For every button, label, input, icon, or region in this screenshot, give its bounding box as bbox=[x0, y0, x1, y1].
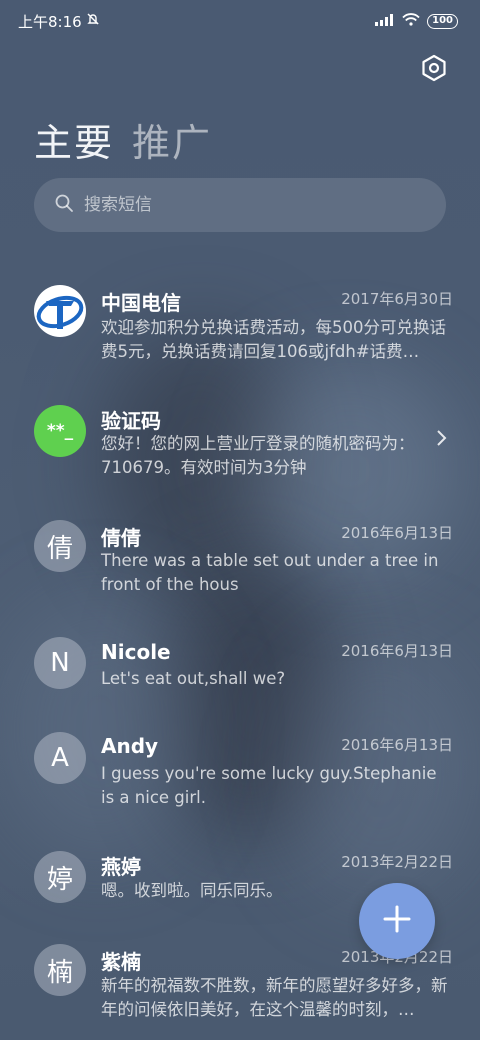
message-preview: 您好！您的网上营业厅登录的随机密码为：710679。有效时间为3分钟 bbox=[101, 434, 415, 477]
contact-name: 中国电信 bbox=[101, 291, 181, 315]
search-icon bbox=[54, 193, 74, 217]
search-input[interactable] bbox=[84, 195, 404, 215]
avatar: 楠 bbox=[34, 944, 86, 996]
battery-icon: 100 bbox=[427, 13, 458, 29]
message-date: 2013年2月22日 bbox=[341, 853, 453, 871]
tab-primary[interactable]: 主要 bbox=[34, 112, 114, 167]
message-date: 2016年6月13日 bbox=[341, 642, 453, 660]
signal-icon bbox=[375, 12, 395, 30]
mute-icon bbox=[86, 12, 100, 30]
contact-name: 倩倩 bbox=[101, 526, 141, 550]
category-tabs: 主要 推广 bbox=[34, 112, 212, 167]
contact-name: 紫楠 bbox=[101, 950, 141, 974]
plus-icon bbox=[383, 905, 411, 937]
message-date: 2016年6月13日 bbox=[341, 524, 453, 542]
avatar: N bbox=[34, 637, 86, 689]
status-time: 上午8:16 bbox=[18, 12, 82, 31]
wifi-icon bbox=[402, 12, 420, 30]
chevron-right-icon[interactable] bbox=[436, 429, 448, 451]
china-telecom-logo bbox=[34, 285, 86, 337]
conversation-item[interactable]: 中国电信 2017年6月30日 欢迎参加积分兑换话费活动，每500分可兑换话费5… bbox=[0, 282, 480, 386]
avatar: A bbox=[34, 732, 86, 784]
hexagon-gear-icon bbox=[421, 54, 447, 86]
contact-name: Nicole bbox=[101, 640, 171, 664]
contact-name: Andy bbox=[101, 734, 159, 758]
search-bar[interactable] bbox=[34, 178, 446, 232]
conversation-item[interactable]: **_ 验证码 您好！您的网上营业厅登录的随机密码为：710679。有效时间为3… bbox=[0, 403, 480, 493]
contact-name: 验证码 bbox=[101, 409, 161, 433]
message-preview: Let's eat out,shall we? bbox=[101, 669, 286, 688]
verification-code-avatar: **_ bbox=[34, 405, 86, 457]
conversation-item[interactable]: N Nicole 2016年6月13日 Let's eat out,shall … bbox=[0, 636, 480, 706]
new-message-button[interactable] bbox=[359, 883, 435, 959]
tab-promotions[interactable]: 推广 bbox=[132, 112, 212, 167]
contact-name: 燕婷 bbox=[101, 855, 141, 879]
message-preview: 新年的祝福数不胜数，新年的愿望好多好多，新年的问候依旧美好，在这个温馨的时刻，… bbox=[101, 976, 448, 1019]
message-date: 2016年6月13日 bbox=[341, 736, 453, 754]
message-preview: There was a table set out under a tree i… bbox=[101, 551, 439, 594]
conversation-item[interactable]: 楠 紫楠 2013年2月22日 新年的祝福数不胜数，新年的愿望好多好多，新年的问… bbox=[0, 944, 480, 1040]
message-preview: I guess you're some lucky guy.Stephanie … bbox=[101, 764, 437, 807]
conversation-item[interactable]: 倩 倩倩 2016年6月13日 There was a table set ou… bbox=[0, 520, 480, 610]
avatar: 倩 bbox=[34, 520, 86, 572]
message-preview: 欢迎参加积分兑换话费活动，每500分可兑换话费5元，兑换话费请回复106或jfd… bbox=[101, 318, 446, 361]
message-date: 2017年6月30日 bbox=[341, 290, 453, 308]
avatar: 婷 bbox=[34, 851, 86, 903]
conversation-item[interactable]: A Andy 2016年6月13日 I guess you're some lu… bbox=[0, 732, 480, 822]
status-bar: 上午8:16 100 bbox=[0, 0, 480, 42]
settings-button[interactable] bbox=[416, 52, 452, 88]
